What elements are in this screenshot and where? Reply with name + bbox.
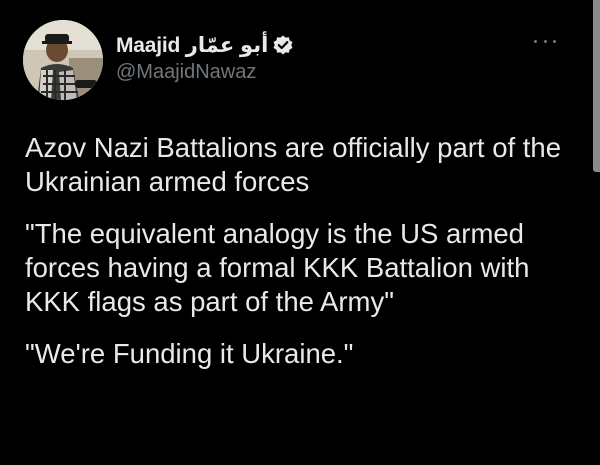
tweet-paragraph: Azov Nazi Battalions are officially part… (25, 132, 562, 197)
avatar-photo-icon (23, 20, 103, 100)
user-handle[interactable]: @MaajidNawaz (116, 61, 294, 84)
tweet-paragraph: "We're Funding it Ukraine." (25, 338, 354, 369)
more-dot (543, 39, 547, 43)
more-dot (553, 39, 556, 43)
tweet-header: Maajid أبو عمّار @MaajidNawaz (116, 30, 294, 84)
tweet-text: Azov Nazi Battalions are officially part… (25, 131, 585, 389)
verified-badge-icon (272, 34, 294, 56)
more-dot (534, 39, 537, 43)
scrollbar[interactable] (593, 0, 600, 172)
avatar[interactable] (23, 20, 103, 100)
name-row: Maajid أبو عمّار (116, 30, 294, 60)
display-name[interactable]: Maajid أبو عمّار (116, 33, 268, 58)
more-options-icon[interactable] (534, 34, 556, 48)
tweet-paragraph: "The equivalent analogy is the US armed … (25, 218, 530, 317)
tweet-card: Maajid أبو عمّار @MaajidNawaz Azov Nazi … (0, 0, 600, 465)
